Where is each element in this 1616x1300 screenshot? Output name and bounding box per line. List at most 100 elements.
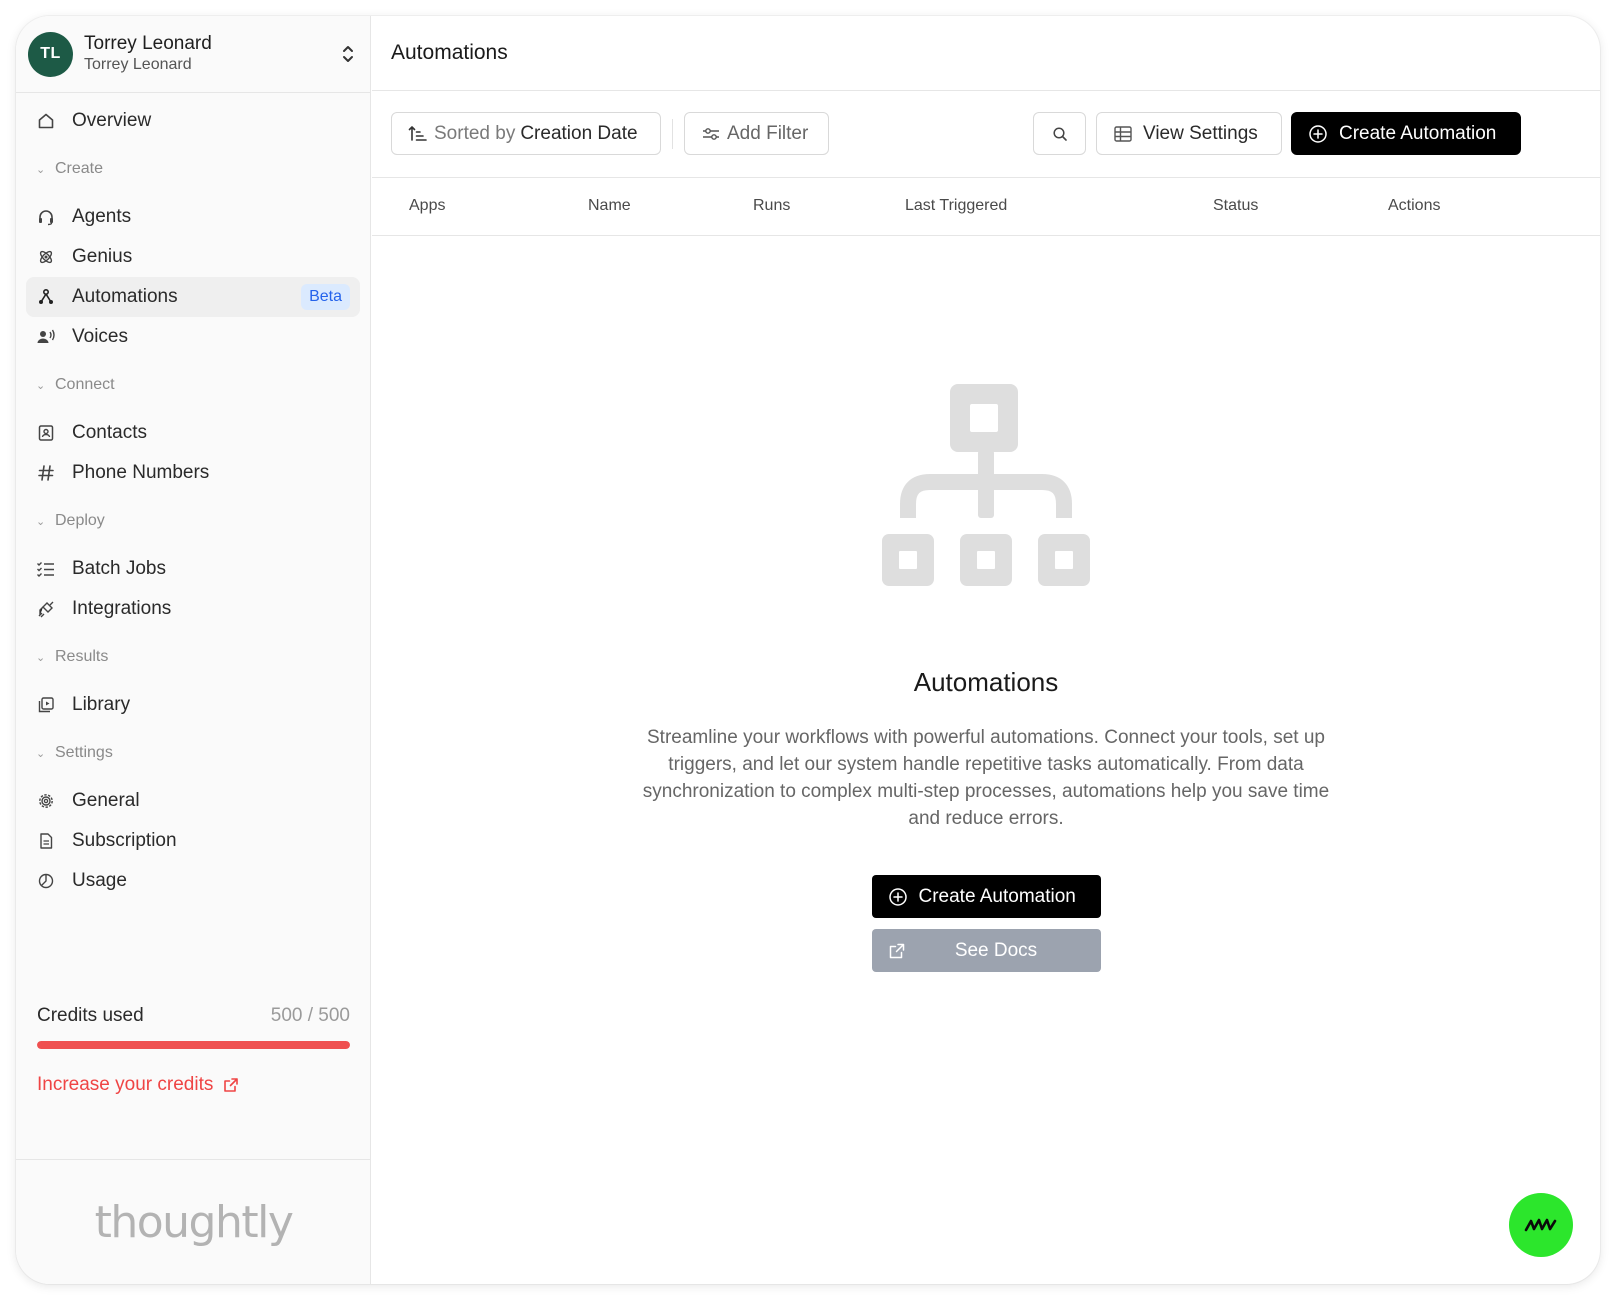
sitemap-illustration-icon [882, 384, 1090, 599]
column-header-apps[interactable]: Apps [409, 197, 445, 215]
sidebar-item-label: Overview [72, 110, 152, 131]
section-label: Settings [55, 744, 113, 761]
credits-progress-bar [37, 1041, 350, 1049]
credits-progress-fill [37, 1041, 350, 1049]
sidebar-item-batch-jobs[interactable]: Batch Jobs [26, 549, 360, 589]
section-label: Connect [55, 376, 115, 393]
beta-badge: Beta [301, 284, 350, 310]
main-content: Automations Sorted by Creation Date Add … [372, 16, 1600, 1284]
sidebar-item-label: Contacts [72, 422, 147, 443]
chevron-up-down-icon[interactable] [338, 42, 358, 66]
external-link-icon [223, 1077, 239, 1093]
sidebar-item-label: Batch Jobs [72, 558, 166, 579]
sort-ascending-icon [408, 124, 428, 144]
sidebar-item-label: Library [72, 694, 131, 715]
credits-panel: Credits used 500 / 500 Increase your cre… [16, 1002, 371, 1096]
section-label: Create [55, 160, 104, 177]
credits-value: 500 / 500 [270, 1005, 350, 1026]
sidebar-item-label: Phone Numbers [72, 462, 210, 483]
sidebar-item-contacts[interactable]: Contacts [26, 413, 360, 453]
pie-chart-icon [36, 871, 56, 891]
column-header-runs[interactable]: Runs [753, 197, 790, 215]
chevron-down-icon: ⌄ [36, 747, 46, 760]
empty-create-automation-label: Create Automation [918, 885, 1076, 907]
plus-circle-icon [1308, 124, 1328, 144]
chevron-down-icon: ⌄ [36, 163, 46, 176]
section-deploy[interactable]: ⌄ Deploy [16, 501, 370, 541]
sidebar-item-voices[interactable]: Voices [26, 317, 360, 357]
column-header-status[interactable]: Status [1213, 197, 1258, 215]
sidebar-nav: Overview ⌄ Create Agents Genius Automati… [16, 93, 370, 901]
media-library-icon [36, 695, 56, 715]
table-header: Apps Name Runs Last Triggered Status Act… [372, 178, 1600, 236]
gear-icon [36, 791, 56, 811]
list-check-icon [36, 559, 56, 579]
column-header-name[interactable]: Name [588, 197, 631, 215]
column-header-actions[interactable]: Actions [1388, 197, 1440, 215]
plug-icon [36, 599, 56, 619]
sidebar-item-label: Genius [72, 246, 133, 267]
headset-icon [36, 207, 56, 227]
chevron-down-icon: ⌄ [36, 515, 46, 528]
view-settings-button[interactable]: View Settings [1096, 112, 1282, 155]
search-icon [1050, 124, 1070, 144]
sidebar-item-phone-numbers[interactable]: Phone Numbers [26, 453, 360, 493]
empty-state-description: Streamline your workflows with powerful … [642, 727, 1330, 829]
sidebar-item-usage[interactable]: Usage [26, 861, 360, 901]
account-name: Torrey Leonard [84, 33, 212, 54]
account-org: Torrey Leonard [84, 56, 192, 73]
column-header-last-triggered[interactable]: Last Triggered [905, 197, 1007, 215]
workflow-icon [36, 287, 56, 307]
add-filter-button[interactable]: Add Filter [684, 112, 829, 155]
chevron-down-icon: ⌄ [36, 651, 46, 664]
toolbar-divider [672, 119, 673, 149]
sort-button[interactable]: Sorted by Creation Date [391, 112, 661, 155]
section-create[interactable]: ⌄ Create [16, 149, 370, 189]
sidebar-item-general[interactable]: General [26, 781, 360, 821]
section-label: Results [55, 648, 109, 665]
app-window: TL Torrey Leonard Torrey Leonard Overvie… [16, 16, 1600, 1284]
sidebar-item-agents[interactable]: Agents [26, 197, 360, 237]
sliders-icon [701, 124, 721, 144]
sidebar: TL Torrey Leonard Torrey Leonard Overvie… [16, 16, 371, 1284]
sidebar-item-subscription[interactable]: Subscription [26, 821, 360, 861]
account-text: Torrey Leonard Torrey Leonard [84, 33, 338, 75]
page-header: Automations [372, 16, 1600, 91]
sidebar-item-genius[interactable]: Genius [26, 237, 360, 277]
section-label: Deploy [55, 512, 105, 529]
section-settings[interactable]: ⌄ Settings [16, 733, 370, 773]
chevron-down-icon: ⌄ [36, 379, 46, 392]
contact-book-icon [36, 423, 56, 443]
avatar: TL [28, 31, 73, 77]
sidebar-item-integrations[interactable]: Integrations [26, 589, 360, 629]
sidebar-item-library[interactable]: Library [26, 685, 360, 725]
brand-footer: thoughtly [16, 1159, 371, 1284]
account-switcher[interactable]: TL Torrey Leonard Torrey Leonard [16, 16, 370, 93]
sort-value: Creation Date [520, 122, 638, 144]
sidebar-item-label: Usage [72, 870, 127, 891]
hash-icon [36, 463, 56, 483]
sidebar-item-label: General [72, 790, 140, 811]
assistant-launcher-button[interactable] [1509, 1193, 1573, 1257]
sidebar-item-overview[interactable]: Overview [26, 101, 360, 141]
empty-create-automation-button[interactable]: Create Automation [871, 875, 1101, 918]
section-results[interactable]: ⌄ Results [16, 637, 370, 677]
plus-circle-icon [888, 887, 908, 907]
table-grid-icon [1113, 124, 1133, 144]
page-title: Automations [391, 41, 508, 64]
voice-user-icon [36, 327, 56, 347]
create-automation-button[interactable]: Create Automation [1291, 112, 1521, 155]
search-button[interactable] [1033, 112, 1086, 155]
empty-state: Automations Streamline your workflows wi… [372, 384, 1600, 972]
sidebar-item-label: Automations [72, 286, 178, 307]
increase-credits-link[interactable]: Increase your credits [37, 1074, 350, 1096]
see-docs-label: See Docs [954, 939, 1038, 961]
empty-state-title: Automations [913, 667, 1059, 697]
sidebar-item-automations[interactable]: Automations Beta [26, 277, 360, 317]
section-connect[interactable]: ⌄ Connect [16, 365, 370, 405]
toolbar: Sorted by Creation Date Add Filter View [372, 91, 1600, 178]
waveform-icon [1524, 1215, 1558, 1235]
see-docs-button[interactable]: See Docs [871, 929, 1101, 972]
brand-logo: thoughtly [94, 1196, 294, 1248]
sort-prefix: Sorted by [434, 122, 516, 144]
